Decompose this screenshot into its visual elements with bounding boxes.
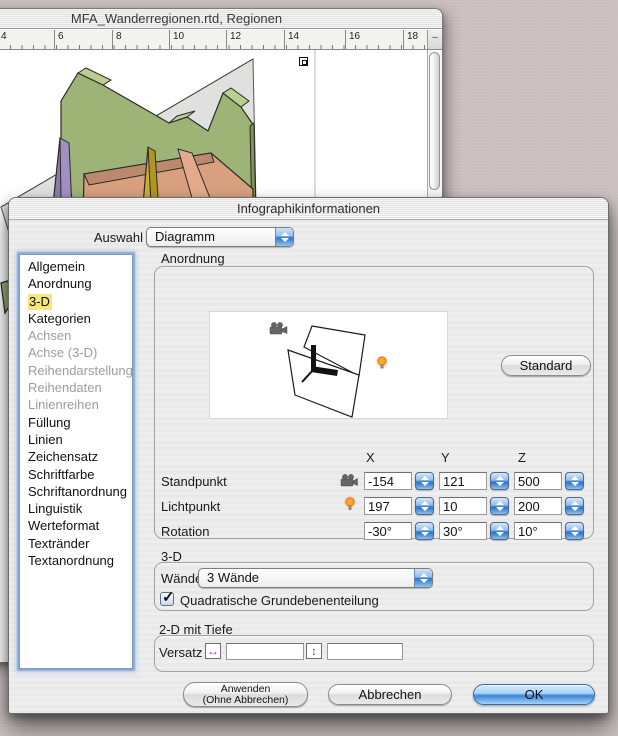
standpunkt-label: Standpunkt xyxy=(161,474,227,489)
vertical-offset-icon: ↕ xyxy=(306,643,322,659)
column-header-z: Z xyxy=(518,450,526,465)
anordnung-group-label: Anordnung xyxy=(161,251,225,266)
lichtpunkt-z-stepper[interactable] xyxy=(565,497,584,515)
camera-icon xyxy=(270,322,287,334)
ruler-tick: 4 xyxy=(0,30,7,49)
waende-label: Wände xyxy=(161,571,202,586)
ruler-tick: 18 xyxy=(403,30,418,49)
standpunkt-z-field[interactable] xyxy=(514,472,562,490)
sidebar-item-textanordnung[interactable]: Textanordnung xyxy=(20,552,132,569)
lichtpunkt-label: Lichtpunkt xyxy=(161,499,220,514)
ok-button[interactable]: OK xyxy=(473,684,595,705)
sidebar-item-reihendarstellung: Reihendarstellung xyxy=(20,362,132,379)
bulb-icon xyxy=(343,496,357,512)
ruler-minor-ticks xyxy=(0,45,426,49)
sidebar-item-fuellung[interactable]: Füllung xyxy=(20,414,132,431)
sidebar-item-werteformat[interactable]: Werteformat xyxy=(20,517,132,534)
selector-label: Auswahl xyxy=(89,230,143,245)
popup-arrows-icon xyxy=(414,569,432,587)
waende-popup-value: 3 Wände xyxy=(199,569,414,587)
sidebar-item-schriftfarbe[interactable]: Schriftfarbe xyxy=(20,466,132,483)
horizontal-ruler: 4 6 8 10 12 14 16 18 – xyxy=(0,30,442,50)
column-header-x: X xyxy=(366,450,375,465)
standpunkt-z-stepper[interactable] xyxy=(565,472,584,490)
cancel-button[interactable]: Abbrechen xyxy=(328,684,452,705)
sidebar-item-textraender[interactable]: Textränder xyxy=(20,535,132,552)
versatz-vertical-field[interactable] xyxy=(327,643,403,660)
checkmark-icon: ✓ xyxy=(162,588,175,606)
selection-popup[interactable]: Diagramm xyxy=(146,227,294,247)
rotation-x-stepper[interactable] xyxy=(415,522,434,540)
document-window-title: MFA_Wanderregionen.rtd, Regionen xyxy=(71,11,282,26)
scrollbar-thumb[interactable] xyxy=(429,52,440,190)
category-list[interactable]: Allgemein Anordnung 3-D Kategorien Achse… xyxy=(19,254,133,669)
sidebar-item-linien[interactable]: Linien xyxy=(20,431,132,448)
bulb-icon xyxy=(376,356,388,369)
standpunkt-x-field[interactable] xyxy=(364,472,412,490)
anchor-target-icon[interactable] xyxy=(299,57,308,66)
sidebar-item-anordnung[interactable]: Anordnung xyxy=(20,275,132,292)
rotation-y-stepper[interactable] xyxy=(490,522,509,540)
standpunkt-y-stepper[interactable] xyxy=(490,472,509,490)
lichtpunkt-y-stepper[interactable] xyxy=(490,497,509,515)
sidebar-item-schriftanordnung[interactable]: Schriftanordnung xyxy=(20,483,132,500)
ruler-tick: 8 xyxy=(112,30,122,49)
selection-popup-value: Diagramm xyxy=(147,228,275,246)
standpunkt-x-stepper[interactable] xyxy=(415,472,434,490)
3d-arrangement-preview xyxy=(209,311,448,419)
ruler-tick: 12 xyxy=(226,30,241,49)
sidebar-item-kategorien[interactable]: Kategorien xyxy=(20,310,132,327)
ruler-tick: 6 xyxy=(54,30,64,49)
lichtpunkt-y-field[interactable] xyxy=(439,497,487,515)
sidebar-item-reihendaten: Reihendaten xyxy=(20,379,132,396)
apply-button[interactable]: Anwenden (Ohne Abbrechen) xyxy=(183,682,308,707)
versatz-label: Versatz xyxy=(159,645,202,660)
infographic-info-dialog: Infographikinformationen Auswahl Diagram… xyxy=(8,197,609,714)
ruler-collapse-button[interactable]: – xyxy=(427,30,442,49)
ruler-tick: 14 xyxy=(284,30,299,49)
dialog-titlebar[interactable]: Infographikinformationen xyxy=(9,198,608,220)
waende-popup[interactable]: 3 Wände xyxy=(198,568,433,588)
lichtpunkt-z-field[interactable] xyxy=(514,497,562,515)
sidebar-item-achse-3d: Achse (3-D) xyxy=(20,344,132,361)
rotation-x-field[interactable] xyxy=(364,522,412,540)
rotation-label: Rotation xyxy=(161,524,209,539)
standard-button[interactable]: Standard xyxy=(501,355,591,376)
lichtpunkt-x-field[interactable] xyxy=(364,497,412,515)
document-window-titlebar[interactable]: MFA_Wanderregionen.rtd, Regionen xyxy=(0,9,442,29)
versatz-horizontal-field[interactable] xyxy=(226,643,304,660)
rotation-y-field[interactable] xyxy=(439,522,487,540)
ruler-tick: 10 xyxy=(169,30,184,49)
lichtpunkt-x-stepper[interactable] xyxy=(415,497,434,515)
camera-icon xyxy=(340,473,358,487)
sidebar-item-zeichensatz[interactable]: Zeichensatz xyxy=(20,448,132,465)
standpunkt-y-field[interactable] xyxy=(439,472,487,490)
ruler-tick: 16 xyxy=(345,30,360,49)
rotation-z-stepper[interactable] xyxy=(565,522,584,540)
sidebar-item-linienreihen: Linienreihen xyxy=(20,396,132,413)
sidebar-item-3-d[interactable]: 3-D xyxy=(20,293,132,310)
column-header-y: Y xyxy=(441,450,450,465)
popup-arrows-icon xyxy=(275,228,293,246)
sidebar-item-achsen: Achsen xyxy=(20,327,132,344)
horizontal-offset-icon: ↔ xyxy=(205,643,221,659)
sidebar-item-linguistik[interactable]: Linguistik xyxy=(20,500,132,517)
grundebenenteilung-checkbox[interactable]: ✓ xyxy=(160,592,174,606)
dialog-title: Infographikinformationen xyxy=(237,201,380,216)
grundebenenteilung-checkbox-label: Quadratische Grundebenenteilung xyxy=(180,593,379,608)
sidebar-item-allgemein[interactable]: Allgemein xyxy=(20,258,132,275)
rotation-z-field[interactable] xyxy=(514,522,562,540)
